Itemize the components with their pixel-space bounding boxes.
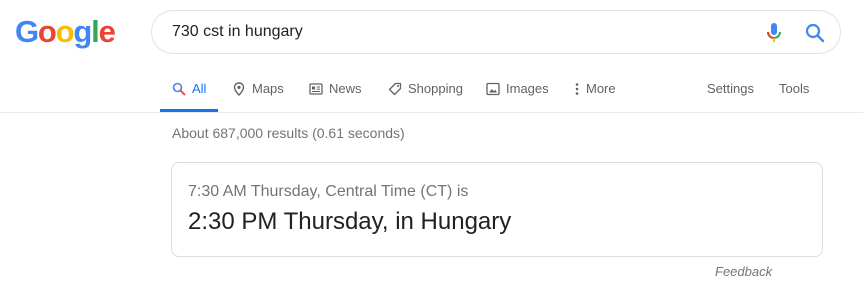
feedback-link[interactable]: Feedback bbox=[715, 264, 772, 279]
logo-letter: e bbox=[98, 14, 116, 49]
tab-label: All bbox=[192, 81, 207, 96]
tab-news[interactable]: News bbox=[309, 72, 362, 112]
newspaper-icon bbox=[309, 82, 323, 96]
tab-label: Maps bbox=[252, 81, 284, 96]
tab-maps[interactable]: Maps bbox=[232, 72, 284, 112]
search-icon bbox=[172, 82, 186, 96]
more-vert-icon bbox=[574, 82, 580, 96]
tab-shopping[interactable]: Shopping bbox=[388, 72, 463, 112]
mic-icon[interactable] bbox=[764, 22, 784, 44]
logo-letter: g bbox=[73, 14, 92, 49]
logo-letter: o bbox=[55, 14, 75, 49]
tabs-divider bbox=[0, 112, 863, 113]
image-icon bbox=[486, 82, 500, 96]
logo-letter: G bbox=[15, 14, 39, 49]
tools-label: Tools bbox=[779, 81, 810, 96]
map-pin-icon bbox=[232, 82, 246, 96]
time-conversion-card: 7:30 AM Thursday, Central Time (CT) is 2… bbox=[171, 162, 823, 257]
converted-time-text: 2:30 PM Thursday, in Hungary bbox=[188, 208, 512, 235]
tag-icon bbox=[388, 82, 402, 96]
tab-more[interactable]: More bbox=[574, 72, 616, 112]
source-time-text: 7:30 AM Thursday, Central Time (CT) is bbox=[188, 183, 469, 200]
tab-images[interactable]: Images bbox=[486, 72, 549, 112]
tab-all[interactable]: All bbox=[160, 72, 218, 112]
tab-label: News bbox=[329, 81, 362, 96]
logo-letter: l bbox=[91, 14, 100, 49]
search-results-page: Google A bbox=[0, 0, 863, 286]
search-input[interactable] bbox=[172, 11, 732, 53]
tab-label: More bbox=[586, 81, 616, 96]
search-icon[interactable] bbox=[804, 22, 826, 44]
settings-label: Settings bbox=[707, 81, 754, 96]
tab-label: Images bbox=[506, 81, 549, 96]
logo-letter: o bbox=[37, 14, 57, 49]
search-tabs: All Maps News Shopping Images More Setti… bbox=[160, 72, 863, 112]
search-box bbox=[151, 10, 841, 54]
google-logo[interactable]: Google bbox=[15, 14, 116, 50]
tools-link[interactable]: Tools bbox=[779, 72, 809, 112]
result-stats: About 687,000 results (0.61 seconds) bbox=[172, 125, 405, 141]
settings-link[interactable]: Settings bbox=[707, 72, 754, 112]
tab-label: Shopping bbox=[408, 81, 463, 96]
